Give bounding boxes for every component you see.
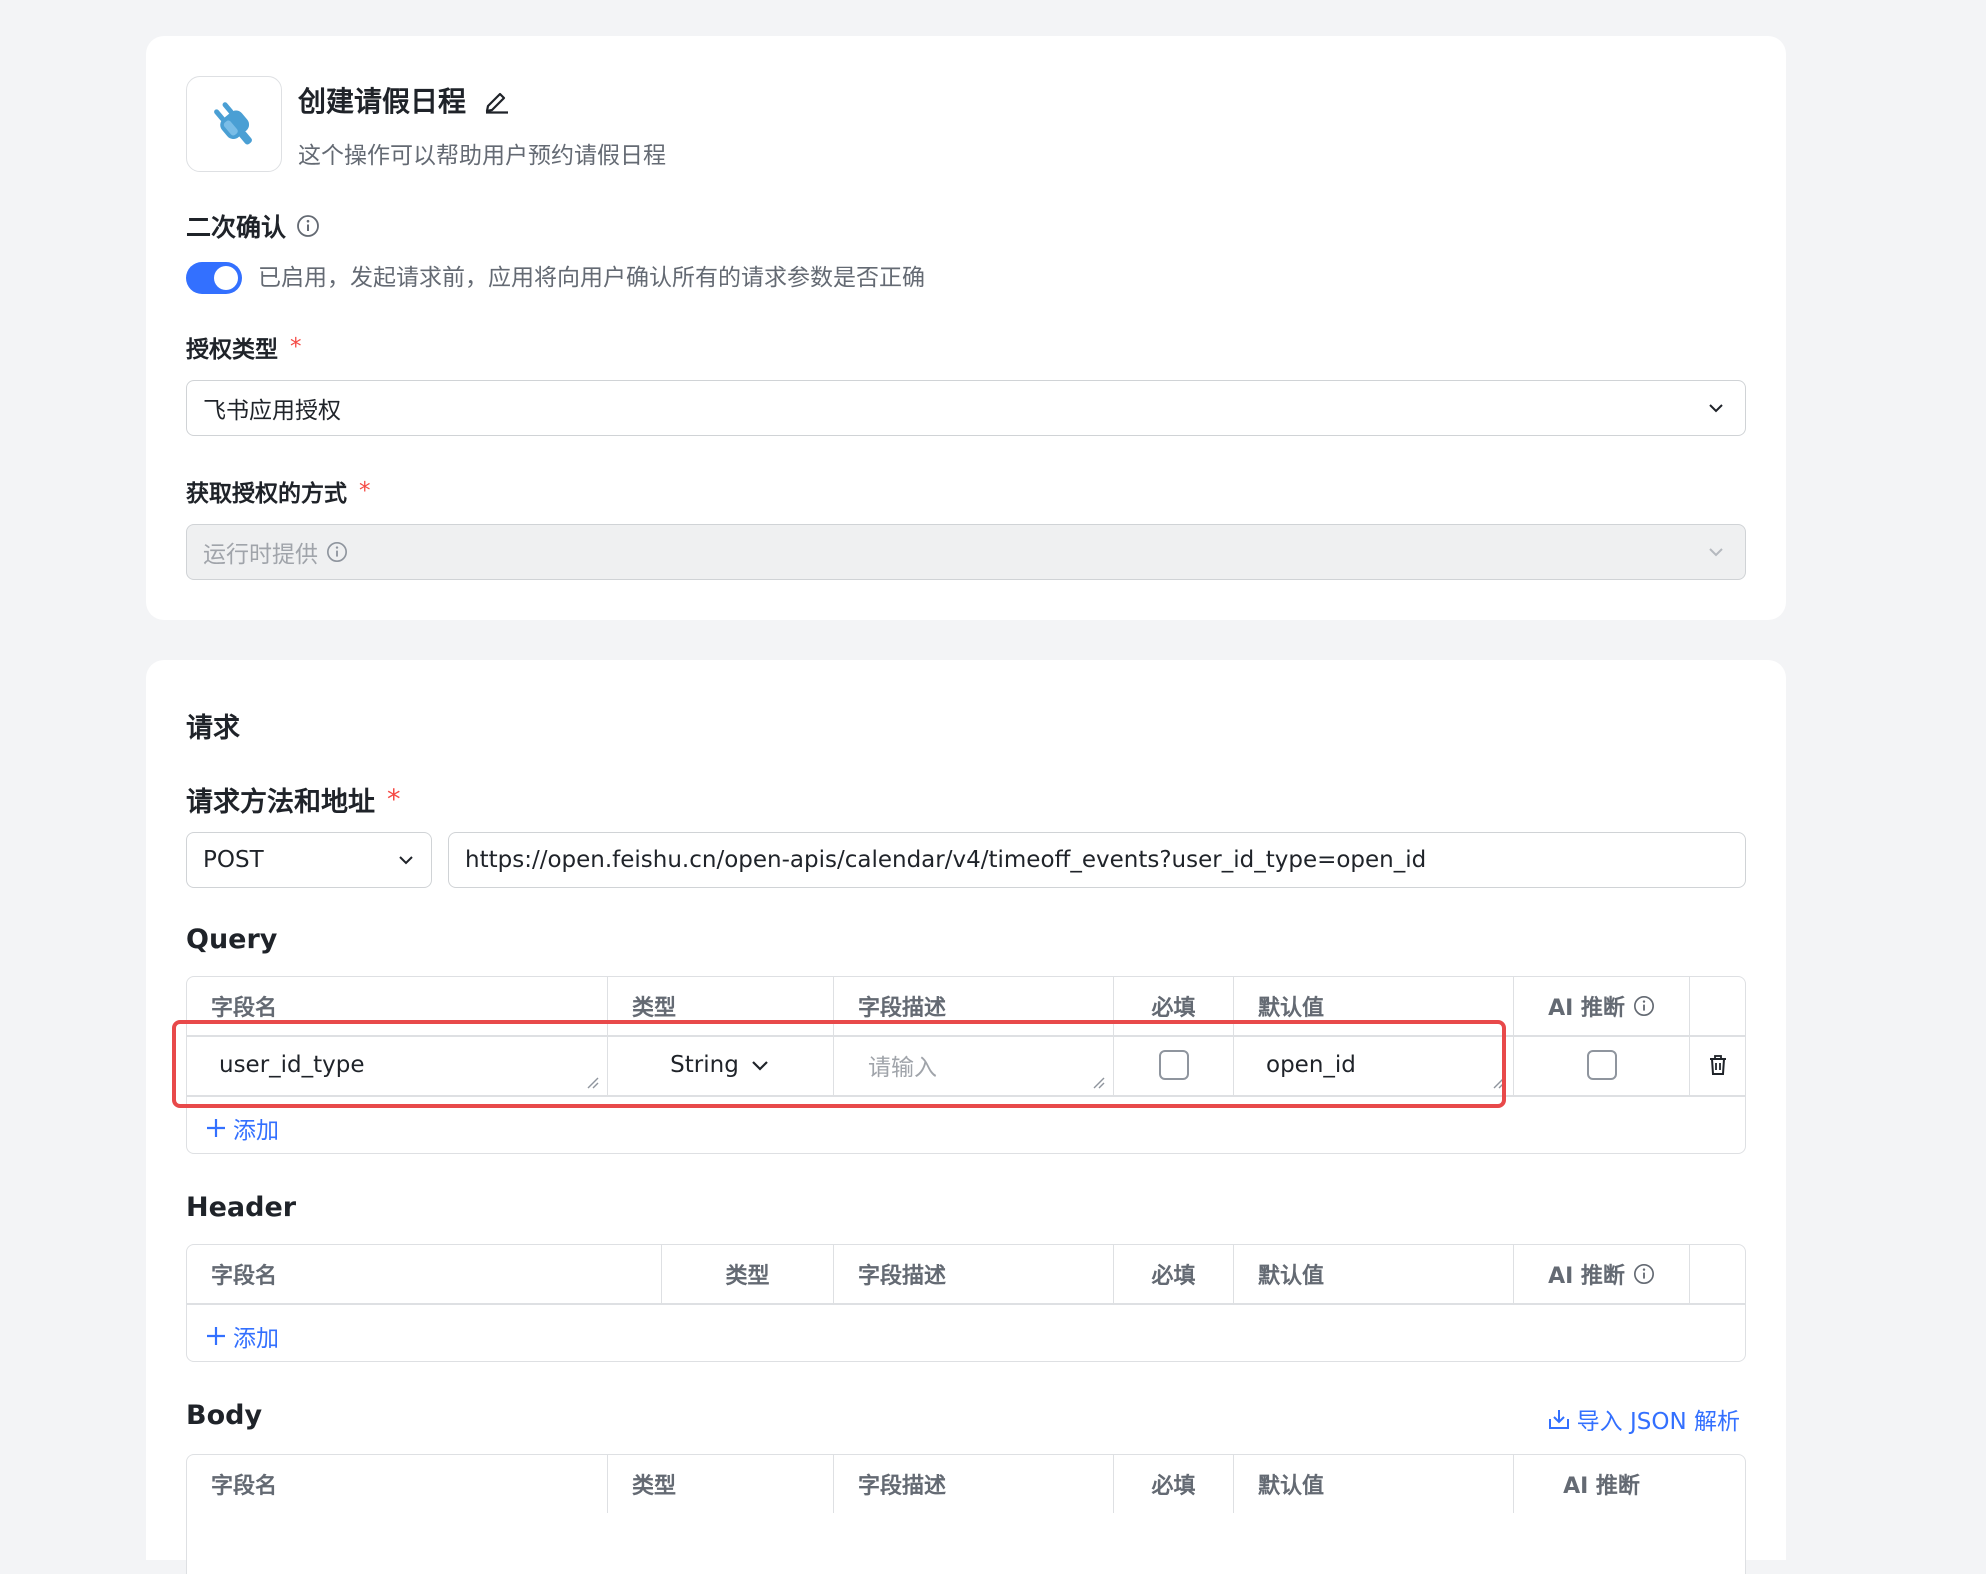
auth-method-label-row: 获取授权的方式 * <box>186 474 371 508</box>
query-required-cell <box>1113 1035 1233 1095</box>
query-title: Query <box>186 924 278 955</box>
chevron-down-icon <box>399 856 413 865</box>
query-default-input[interactable]: open_id <box>1233 1035 1513 1095</box>
required-mark: * <box>387 784 401 815</box>
resize-handle-icon[interactable] <box>1491 1075 1505 1089</box>
col-name: 字段名 <box>211 1474 278 1499</box>
trash-icon[interactable] <box>1706 1053 1730 1077</box>
action-info-card: 创建请假日程 这个操作可以帮助用户预约请假日程 二次确认 已启用，发起请求前，应… <box>146 36 1786 620</box>
method-value: POST <box>203 847 264 873</box>
info-icon[interactable] <box>326 541 348 563</box>
col-ai: AI 推断 <box>1513 977 1689 1035</box>
action-title: 创建请假日程 <box>298 85 467 118</box>
header-add-button[interactable]: 添加 <box>205 1319 279 1353</box>
col-ai-label: AI 推断 <box>1548 1264 1625 1289</box>
required-checkbox[interactable] <box>1158 1050 1189 1080</box>
auth-method-label: 获取授权的方式 <box>186 481 347 507</box>
col-desc: 字段描述 <box>833 977 1113 1035</box>
query-table: 字段名 类型 字段描述 必填 默认值 AI 推断 user_id_type St… <box>186 976 1746 1154</box>
col-ai: AI 推断 <box>1513 1455 1689 1513</box>
pencil-icon[interactable] <box>482 86 510 114</box>
auth-type-select[interactable]: 飞书应用授权 <box>186 380 1746 436</box>
row-divider <box>187 1303 1745 1305</box>
col-desc: 字段描述 <box>833 1455 1113 1513</box>
info-icon[interactable] <box>296 214 320 238</box>
required-mark: * <box>359 478 371 504</box>
header-table: 字段名 类型 字段描述 必填 默认值 AI 推断 添加 <box>186 1244 1746 1362</box>
action-icon-box <box>186 76 282 172</box>
col-required: 必填 <box>1113 1455 1233 1513</box>
col-name: 字段名 <box>211 1264 278 1289</box>
confirm-label-row: 二次确认 <box>186 208 320 244</box>
import-json-button[interactable]: 导入 JSON 解析 <box>1547 1402 1740 1436</box>
resize-handle-icon[interactable] <box>585 1075 599 1089</box>
chevron-down-icon <box>1709 404 1723 413</box>
body-table: 字段名 类型 字段描述 必填 默认值 AI 推断 <box>186 1454 1746 1574</box>
info-icon[interactable] <box>1633 995 1655 1017</box>
action-title-row: 创建请假日程 <box>298 80 510 120</box>
plus-icon <box>207 1119 225 1137</box>
col-ai: AI 推断 <box>1513 1245 1689 1303</box>
toggle-knob <box>214 266 238 290</box>
col-default: 默认值 <box>1233 1245 1513 1303</box>
col-type: 类型 <box>607 977 833 1035</box>
import-icon <box>1548 1410 1569 1429</box>
url-input[interactable]: https://open.feishu.cn/open-apis/calenda… <box>448 832 1746 888</box>
row-divider <box>187 1095 1745 1097</box>
auth-type-label-row: 授权类型 * <box>186 330 302 364</box>
request-card: 请求 请求方法和地址 * POST https://open.feishu.cn/… <box>146 660 1786 1574</box>
confirm-toggle[interactable] <box>186 262 242 294</box>
method-select[interactable]: POST <box>186 832 432 888</box>
query-add-button[interactable]: 添加 <box>205 1111 279 1145</box>
method-label-row: 请求方法和地址 * <box>186 780 401 819</box>
query-default-value: open_id <box>1266 1052 1356 1078</box>
col-actions <box>1689 1245 1745 1303</box>
col-ai-label: AI 推断 <box>1548 996 1625 1021</box>
header-add-label: 添加 <box>233 1326 279 1352</box>
query-type-value: String <box>670 1052 739 1078</box>
query-delete-cell <box>1689 1035 1745 1095</box>
ai-checkbox[interactable] <box>1586 1050 1617 1080</box>
body-title: Body <box>186 1400 263 1431</box>
col-required: 必填 <box>1113 977 1233 1035</box>
url-value: https://open.feishu.cn/open-apis/calenda… <box>465 847 1427 873</box>
confirm-toggle-text: 已启用，发起请求前，应用将向用户确认所有的请求参数是否正确 <box>258 265 925 291</box>
query-add-label: 添加 <box>233 1118 279 1144</box>
resize-handle-icon[interactable] <box>1091 1075 1105 1089</box>
required-mark: * <box>290 334 302 360</box>
query-name-value: user_id_type <box>219 1052 365 1078</box>
col-required: 必填 <box>1113 1245 1233 1303</box>
auth-method-value: 运行时提供 <box>203 542 318 568</box>
method-label: 请求方法和地址 <box>186 787 375 818</box>
col-default: 默认值 <box>1233 1455 1513 1513</box>
request-title: 请求 <box>186 713 240 744</box>
auth-type-label: 授权类型 <box>186 337 278 363</box>
chevron-down-icon <box>1709 548 1723 557</box>
query-ai-cell <box>1513 1035 1689 1095</box>
col-type: 类型 <box>661 1245 833 1303</box>
col-default: 默认值 <box>1233 977 1513 1035</box>
query-name-cell[interactable]: user_id_type <box>187 1035 607 1095</box>
import-json-label: 导入 JSON 解析 <box>1576 1409 1740 1435</box>
col-desc: 字段描述 <box>833 1245 1113 1303</box>
info-icon[interactable] <box>1633 1263 1655 1285</box>
query-desc-input[interactable]: 请输入 <box>833 1035 1113 1095</box>
col-type: 类型 <box>607 1455 833 1513</box>
query-type-select[interactable]: String <box>607 1035 833 1095</box>
auth-method-select: 运行时提供 <box>186 524 1746 580</box>
col-name: 字段名 <box>211 996 278 1021</box>
auth-type-value: 飞书应用授权 <box>203 398 341 424</box>
plug-icon <box>214 102 252 145</box>
header-title: Header <box>186 1192 297 1223</box>
query-desc-placeholder: 请输入 <box>868 1055 937 1081</box>
confirm-label: 二次确认 <box>186 213 287 242</box>
col-actions <box>1689 977 1745 1035</box>
chevron-down-icon <box>752 1061 768 1071</box>
plus-icon <box>207 1327 225 1345</box>
action-description: 这个操作可以帮助用户预约请假日程 <box>298 143 666 169</box>
